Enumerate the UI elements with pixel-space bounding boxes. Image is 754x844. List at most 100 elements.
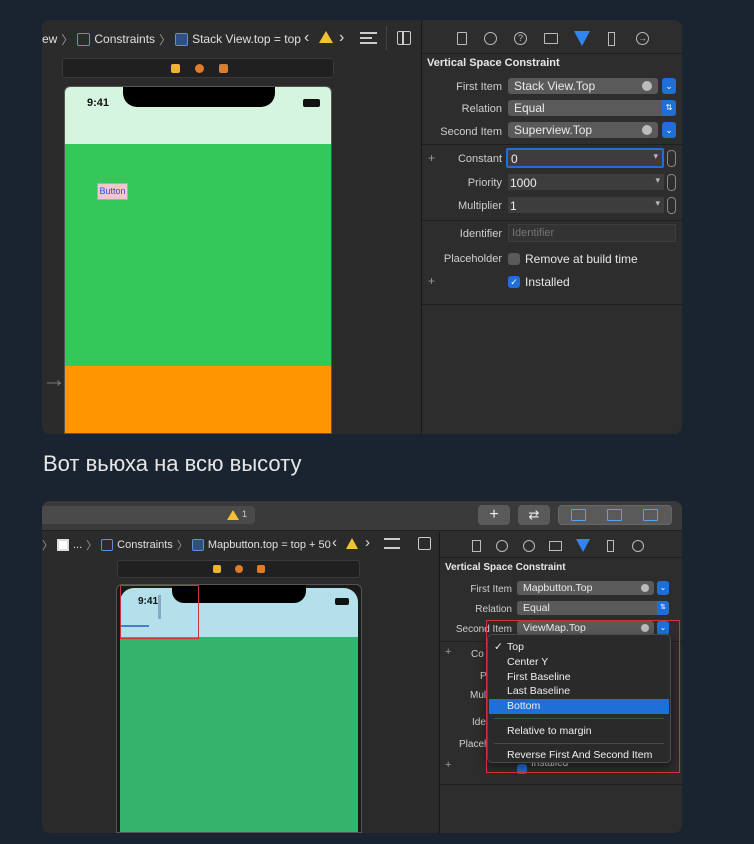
connections-inspector-icon[interactable]: → [636, 32, 649, 45]
content-button[interactable]: Button [97, 183, 128, 200]
constant-label: Constant [457, 153, 502, 165]
relation-label: Relation [461, 103, 502, 115]
view-controller-icon[interactable] [213, 565, 221, 573]
orange-view[interactable] [65, 366, 331, 433]
exit-icon[interactable] [257, 565, 265, 573]
add-editor-icon[interactable] [418, 537, 431, 550]
layout-segment [558, 505, 672, 525]
panel-title: Vertical Space Constraint [427, 57, 560, 69]
first-item-popup[interactable]: Stack View.Top [508, 78, 658, 94]
plus-icon[interactable]: + [445, 759, 451, 771]
relation-popup[interactable]: Equal ⇅ [517, 601, 669, 615]
file-inspector-icon[interactable] [472, 540, 481, 552]
connections-inspector-icon[interactable] [632, 540, 644, 552]
breadcrumb-item-constraint[interactable]: Mapbutton.top = top + 50 [208, 539, 331, 551]
installed-plus-button[interactable]: + [428, 274, 435, 288]
first-item-dropdown-button[interactable]: ⌄ [662, 78, 676, 94]
attributes-inspector-icon[interactable] [574, 31, 590, 46]
stack-view[interactable] [65, 144, 331, 366]
multiplier-field[interactable]: 1 ▾ [508, 197, 664, 213]
constant-label-partial: Co [471, 649, 484, 660]
relation-label: Relation [475, 604, 512, 615]
content-button-label: Button [99, 186, 126, 196]
breadcrumb-item-constraint[interactable]: Stack View.top = top [192, 32, 301, 46]
warning-count: 1 [242, 509, 248, 519]
chevron-down-icon[interactable]: ▾ [655, 175, 660, 186]
first-item-value: Stack View.Top [514, 79, 596, 93]
identifier-input[interactable] [508, 224, 676, 242]
breadcrumb: ew 〉 Constraints 〉 Stack View.top = top [42, 31, 301, 47]
leading-constraint-line[interactable] [121, 625, 149, 627]
attributes-inspector-icon[interactable] [576, 539, 590, 552]
relation-popup[interactable]: Equal ⇅ [508, 100, 676, 116]
constraint-icon [191, 539, 204, 551]
size-inspector-icon[interactable] [608, 32, 615, 46]
plus-icon[interactable]: + [445, 646, 451, 658]
help-inspector-icon[interactable] [523, 540, 535, 552]
constant-plus-button[interactable]: + [428, 151, 435, 165]
forward-icon[interactable]: › [339, 29, 344, 47]
back-icon[interactable]: ‹ [332, 534, 337, 551]
multiplier-stepper[interactable] [667, 197, 676, 214]
help-inspector-icon[interactable]: ? [514, 32, 527, 45]
add-editor-icon[interactable] [397, 31, 411, 45]
relation-value: Equal [523, 602, 550, 614]
exit-icon[interactable] [219, 64, 228, 73]
forward-icon[interactable]: › [365, 534, 370, 551]
chevron-down-icon[interactable]: ▾ [655, 198, 660, 209]
remove-at-build-checkbox[interactable] [508, 253, 520, 265]
window-toolbar: 1 + ⇄ [42, 501, 682, 531]
breadcrumb: 〉 ... 〉 Constraints 〉 Mapbutton.top = to… [42, 538, 331, 552]
view-controller-icon[interactable] [171, 64, 180, 73]
constraint-icon [175, 32, 189, 46]
first-item-popup[interactable]: Mapbutton.Top [517, 581, 654, 595]
first-responder-icon[interactable] [195, 64, 204, 73]
priority-field[interactable]: 1000 ▾ [508, 174, 664, 190]
library-plus-button[interactable]: + [478, 505, 510, 525]
lines-icon[interactable] [384, 538, 400, 549]
back-icon[interactable]: ‹ [304, 29, 309, 47]
installed-label: Installed [525, 275, 570, 289]
chevron-down-icon[interactable]: ▾ [653, 151, 658, 162]
identity-inspector-icon[interactable] [544, 33, 558, 44]
lines-icon[interactable] [360, 32, 377, 44]
priority-value: 1000 [510, 176, 537, 190]
swap-arrows-button[interactable]: ⇄ [518, 505, 550, 525]
installed-checkbox[interactable]: ✓ [508, 276, 520, 288]
constant-stepper[interactable] [667, 150, 676, 167]
section-divider [422, 144, 682, 145]
second-item-popup[interactable]: Superview.Top [508, 122, 658, 138]
navigator-toggle-icon[interactable] [571, 509, 586, 521]
second-item-dropdown-button[interactable]: ⌄ [662, 122, 676, 138]
plus-icon: + [489, 506, 499, 523]
battery-icon [335, 598, 349, 605]
first-responder-icon[interactable] [235, 565, 243, 573]
history-inspector-icon[interactable] [496, 540, 508, 552]
priority-stepper[interactable] [667, 174, 676, 191]
inspector-panel: Vertical Space Constraint First Item Map… [440, 532, 682, 833]
goto-arrow-icon[interactable] [641, 584, 649, 592]
panel-title: Vertical Space Constraint [445, 562, 566, 573]
caption-text: Вот вьюха на всю высоту [43, 451, 302, 476]
history-inspector-icon[interactable] [484, 32, 497, 45]
warning-icon[interactable] [346, 538, 358, 549]
map-view[interactable] [120, 637, 358, 832]
constant-field[interactable]: 0 ▾ [506, 148, 664, 168]
first-item-dropdown-button[interactable]: ⌄ [657, 581, 669, 595]
size-inspector-icon[interactable] [607, 540, 614, 552]
identity-inspector-icon[interactable] [549, 541, 562, 551]
warning-icon[interactable] [227, 510, 239, 520]
breadcrumb-item-constraints[interactable]: Constraints [94, 32, 155, 46]
inspector-toggle-icon[interactable] [643, 509, 658, 521]
debug-toggle-icon[interactable] [607, 509, 622, 521]
breadcrumb-item-constraints[interactable]: Constraints [117, 539, 173, 551]
goto-arrow-icon[interactable] [642, 125, 652, 135]
file-inspector-icon[interactable] [457, 32, 467, 45]
breadcrumb-item-partial[interactable]: ew [42, 32, 57, 46]
goto-arrow-icon[interactable] [642, 81, 652, 91]
warning-icon[interactable] [319, 31, 333, 43]
inspector-panel: ? → Vertical Space Constraint First Item… [422, 20, 682, 434]
chevron-right-icon: 〉 [61, 32, 74, 47]
breadcrumb-ellipsis[interactable]: ... [73, 539, 82, 551]
relation-value: Equal [514, 101, 545, 115]
